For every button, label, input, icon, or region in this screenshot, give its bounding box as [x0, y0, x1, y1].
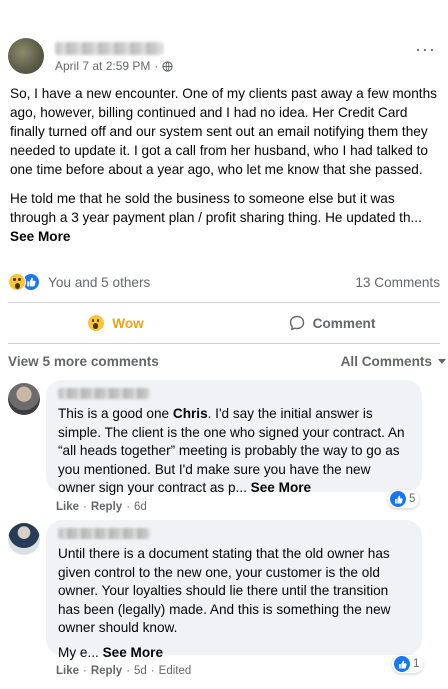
comment-text-tail: My e... See More	[58, 644, 410, 663]
wow-reaction-button[interactable]: Wow	[8, 305, 224, 341]
comment-icon	[289, 315, 304, 331]
comment-label: Comment	[312, 315, 376, 331]
dot-separator: ·	[126, 501, 131, 513]
comment-text: This is a good one Chris. I'd say the in…	[58, 405, 410, 498]
post-timestamp[interactable]: April 7 at 2:59 PM	[55, 59, 150, 73]
comment-reaction-badge[interactable]: 5	[388, 490, 420, 508]
dot-separator: ·	[150, 665, 155, 677]
comment-text-tail-text: My e...	[58, 644, 103, 660]
dot-separator: ·	[126, 665, 131, 677]
post-body: So, I have a new encounter. One of my cl…	[10, 84, 440, 256]
comment-see-more-link[interactable]: See More	[103, 645, 163, 660]
mention-chris[interactable]: Chris	[173, 406, 208, 421]
dot-separator: ·	[83, 665, 87, 677]
wow-icon	[8, 273, 26, 291]
commenter-name-redacted[interactable]	[58, 528, 150, 539]
post-see-more-link[interactable]: See More	[10, 229, 70, 244]
like-icon	[394, 656, 410, 672]
comments-toolbar: View 5 more comments All Comments	[8, 350, 448, 372]
comment-bubble: Until there is a document stating that t…	[46, 520, 422, 660]
reply-link[interactable]: Reply	[91, 665, 122, 677]
comment-bubble: This is a good one Chris. I'd say the in…	[46, 380, 422, 495]
like-count: 1	[413, 658, 420, 670]
all-comments-label: All Comments	[340, 353, 432, 369]
more-options-icon[interactable]: ···	[415, 40, 436, 58]
avatar[interactable]	[8, 523, 40, 555]
divider-top	[8, 302, 440, 303]
meta-separator: ·	[154, 59, 159, 73]
comment-actions: Like · Reply · 5d · Edited	[56, 665, 191, 677]
like-link[interactable]: Like	[56, 501, 79, 513]
reply-link[interactable]: Reply	[91, 501, 122, 513]
wow-label: Wow	[112, 315, 144, 331]
comment-text-pre: This is a good one	[58, 406, 173, 421]
reaction-icons[interactable]: You and 5 others	[8, 273, 150, 291]
comment-reaction-badge[interactable]: 1	[392, 655, 424, 673]
divider-bottom	[8, 343, 440, 344]
post-meta: April 7 at 2:59 PM ·	[55, 59, 174, 73]
globe-icon	[162, 60, 174, 72]
all-comments-dropdown[interactable]: All Comments	[341, 354, 446, 369]
reactions-summary: You and 5 others 13 Comments	[8, 268, 440, 296]
comment-text: Until there is a document stating that t…	[58, 546, 391, 635]
post-paragraph-2-text: He told me that he sold the business to …	[10, 191, 422, 225]
comment-time[interactable]: 6d	[134, 501, 147, 513]
commenter-name-redacted[interactable]	[58, 388, 150, 399]
like-count: 5	[409, 493, 416, 505]
poster-name-redacted[interactable]	[55, 42, 163, 55]
reactions-summary-text[interactable]: You and 5 others	[48, 275, 150, 290]
comment-see-more-link[interactable]: See More	[251, 480, 311, 495]
post-actions: Wow Comment	[8, 305, 440, 341]
comment-button[interactable]: Comment	[224, 305, 440, 341]
like-icon	[390, 491, 406, 507]
post-paragraph-1: So, I have a new encounter. One of my cl…	[10, 86, 437, 177]
dot-separator: ·	[83, 501, 87, 513]
post-paragraph-2: He told me that he sold the business to …	[10, 189, 440, 246]
poster-avatar[interactable]	[8, 38, 44, 74]
comments-count[interactable]: 13 Comments	[355, 275, 440, 290]
like-link[interactable]: Like	[56, 665, 79, 677]
edited-label[interactable]: Edited	[159, 665, 192, 677]
comment-actions: Like · Reply · 6d	[56, 501, 147, 513]
post-header: April 7 at 2:59 PM · ···	[0, 30, 448, 90]
wow-icon	[88, 315, 105, 331]
view-more-comments-link[interactable]: View 5 more comments	[8, 354, 159, 369]
avatar[interactable]	[8, 383, 40, 415]
chevron-down-icon	[438, 358, 446, 364]
comment-time[interactable]: 5d	[134, 665, 147, 677]
